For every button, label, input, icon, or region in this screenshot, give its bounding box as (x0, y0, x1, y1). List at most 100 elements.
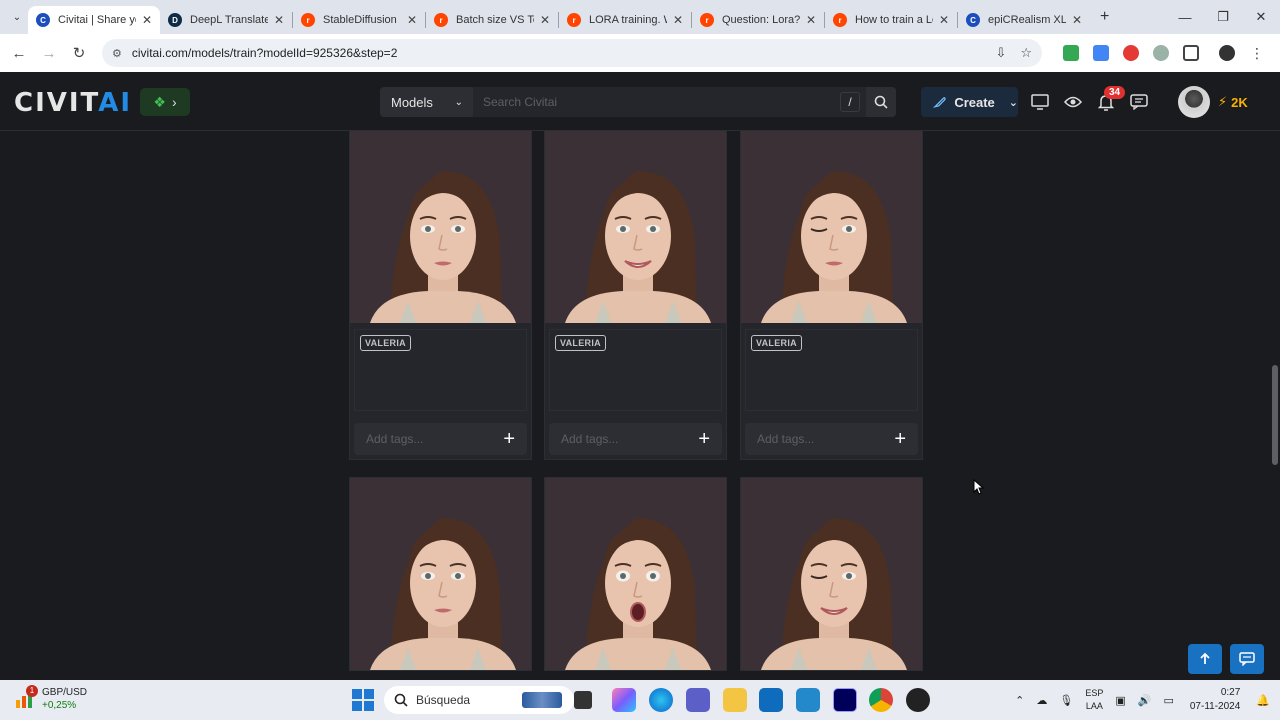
browser-tab[interactable]: r LORA training. W ✕ (559, 6, 691, 34)
site-info-icon[interactable]: ⚙ (112, 47, 122, 60)
browser-tab[interactable]: CepiCRealism XL ✕ (958, 6, 1090, 34)
scroll-to-top-button[interactable] (1188, 644, 1222, 674)
search-highlight-icon (522, 692, 562, 708)
minimize-icon[interactable]: — (1166, 10, 1204, 25)
outlook-icon[interactable] (759, 688, 783, 712)
scrollbar-thumb[interactable] (1272, 365, 1278, 465)
forward-arrow-icon[interactable]: → (34, 45, 64, 62)
network-icon[interactable]: ▣ (1115, 694, 1125, 707)
reload-icon[interactable]: ↻ (64, 44, 94, 62)
caption-area[interactable]: VALERIA (354, 329, 527, 411)
add-tags-input[interactable] (757, 432, 877, 446)
extensions-puzzle-icon[interactable] (1176, 45, 1206, 61)
caption-area[interactable]: VALERIA (745, 329, 918, 411)
browser-tab[interactable]: r StableDiffusion ✕ (293, 6, 425, 34)
edge-icon[interactable] (649, 688, 673, 712)
install-app-icon[interactable]: ⇩ (995, 45, 1006, 61)
feedback-button[interactable] (1230, 644, 1264, 674)
system-clock[interactable]: 0:27 07-11-2024 (1190, 686, 1240, 714)
browser-tab[interactable]: r How to train a Lo ✕ (825, 6, 957, 34)
tab-close-icon[interactable]: ✕ (806, 13, 816, 27)
chat-icon[interactable] (1129, 92, 1149, 112)
after-effects-icon[interactable] (833, 688, 857, 712)
search-category-value: Models (391, 94, 433, 110)
volume-icon[interactable]: 🔊 (1138, 694, 1152, 707)
training-image-card: VALERIA + (349, 131, 532, 460)
battery-icon[interactable]: ▭ (1163, 694, 1173, 707)
buzz-balance[interactable]: ⚡ 2K (1218, 94, 1248, 110)
teams-icon[interactable] (686, 688, 710, 712)
widget-change: +0,25% (42, 700, 77, 711)
add-tag-plus-icon[interactable]: + (698, 429, 710, 449)
tab-favicon-icon: r (833, 13, 847, 27)
chrome-icon[interactable] (869, 688, 893, 712)
taskbar-search[interactable]: Búsqueda (384, 686, 574, 714)
tab-close-icon[interactable]: ✕ (1072, 13, 1082, 27)
windows-start-icon[interactable] (352, 689, 374, 711)
bookmark-star-icon[interactable]: ☆ (1020, 45, 1032, 61)
extension-openai-icon[interactable] (1146, 45, 1176, 61)
obs-icon[interactable] (906, 688, 930, 712)
add-tag-plus-icon[interactable]: + (894, 429, 906, 449)
tab-close-icon[interactable]: ✕ (274, 13, 284, 27)
profile-icon[interactable] (1212, 45, 1242, 61)
language-indicator[interactable]: ESP LAA (1085, 687, 1103, 713)
user-avatar[interactable] (1178, 86, 1210, 118)
create-button[interactable]: Create ⌄ (921, 87, 1018, 117)
file-explorer-icon[interactable] (723, 688, 747, 712)
restore-icon[interactable]: ❐ (1204, 9, 1242, 25)
task-view-icon[interactable] (574, 691, 592, 709)
new-tab-plus-icon[interactable]: + (1100, 8, 1109, 26)
tray-chevron-up-icon[interactable]: ⌃ (1015, 694, 1024, 707)
chevron-right-icon: › (171, 94, 177, 110)
add-tags-input[interactable] (366, 432, 486, 446)
extension-sheets-icon[interactable] (1056, 45, 1086, 61)
training-image[interactable] (545, 131, 726, 323)
training-image[interactable] (350, 131, 531, 323)
search-category-select[interactable]: Models ⌄ (380, 87, 473, 117)
tab-favicon-icon: C (36, 13, 50, 27)
training-image-card (349, 477, 532, 671)
browser-tab[interactable]: r Batch size VS Tot ✕ (426, 6, 558, 34)
training-image[interactable] (741, 478, 922, 670)
search-input[interactable] (473, 87, 866, 117)
tags-row: + (549, 423, 722, 455)
tab-title: LORA training. W (589, 14, 667, 26)
address-bar[interactable]: ⚙ civitai.com/models/train?modelId=92532… (102, 39, 1042, 67)
training-image[interactable] (350, 478, 531, 670)
tab-search-chevron-icon[interactable]: ⌄ (6, 6, 28, 28)
tab-close-icon[interactable]: ✕ (939, 13, 949, 27)
add-tag-plus-icon[interactable]: + (503, 429, 515, 449)
green-mode-toggle[interactable]: ❖ › (140, 88, 190, 116)
copilot-icon[interactable] (612, 688, 636, 712)
browser-tab[interactable]: r Question: Lora? ✕ (692, 6, 824, 34)
monitor-icon[interactable] (1030, 92, 1050, 112)
browser-menu-icon[interactable]: ⋮ (1242, 45, 1272, 62)
training-image[interactable] (545, 478, 726, 670)
tab-close-icon[interactable]: ✕ (540, 13, 550, 27)
training-image[interactable] (741, 131, 922, 323)
eye-icon[interactable] (1063, 92, 1083, 112)
extension-translate-icon[interactable] (1086, 45, 1116, 61)
onedrive-cloud-icon[interactable]: ☁ (1036, 694, 1047, 707)
tab-favicon-icon: r (301, 13, 315, 27)
tab-list: C Civitai | Share yo ✕ D DeepL Translate ✕ r St… (28, 0, 1090, 34)
vscode-icon[interactable] (796, 688, 820, 712)
extension-adblock-icon[interactable] (1116, 45, 1146, 61)
add-tags-input[interactable] (561, 432, 681, 446)
browser-tab[interactable]: C Civitai | Share yo ✕ (28, 6, 160, 34)
microphone-icon[interactable]: 🎙 (1059, 694, 1073, 707)
finance-widget[interactable]: 1 GBP/USD +0,25% (14, 685, 87, 712)
caption-area[interactable]: VALERIA (549, 329, 722, 411)
civitai-logo[interactable]: CIVITAI (14, 88, 132, 118)
search-button[interactable] (866, 87, 896, 117)
chevron-down-icon: ⌄ (454, 96, 463, 108)
tab-close-icon[interactable]: ✕ (142, 13, 152, 27)
tab-close-icon[interactable]: ✕ (407, 13, 417, 27)
tab-close-icon[interactable]: ✕ (673, 13, 683, 27)
notification-bell-icon[interactable]: 🔔 (1256, 694, 1270, 707)
back-arrow-icon[interactable]: ← (4, 45, 34, 62)
browser-tab[interactable]: D DeepL Translate ✕ (160, 6, 292, 34)
close-window-icon[interactable]: ✕ (1242, 9, 1280, 25)
widget-badge: 1 (26, 685, 38, 697)
